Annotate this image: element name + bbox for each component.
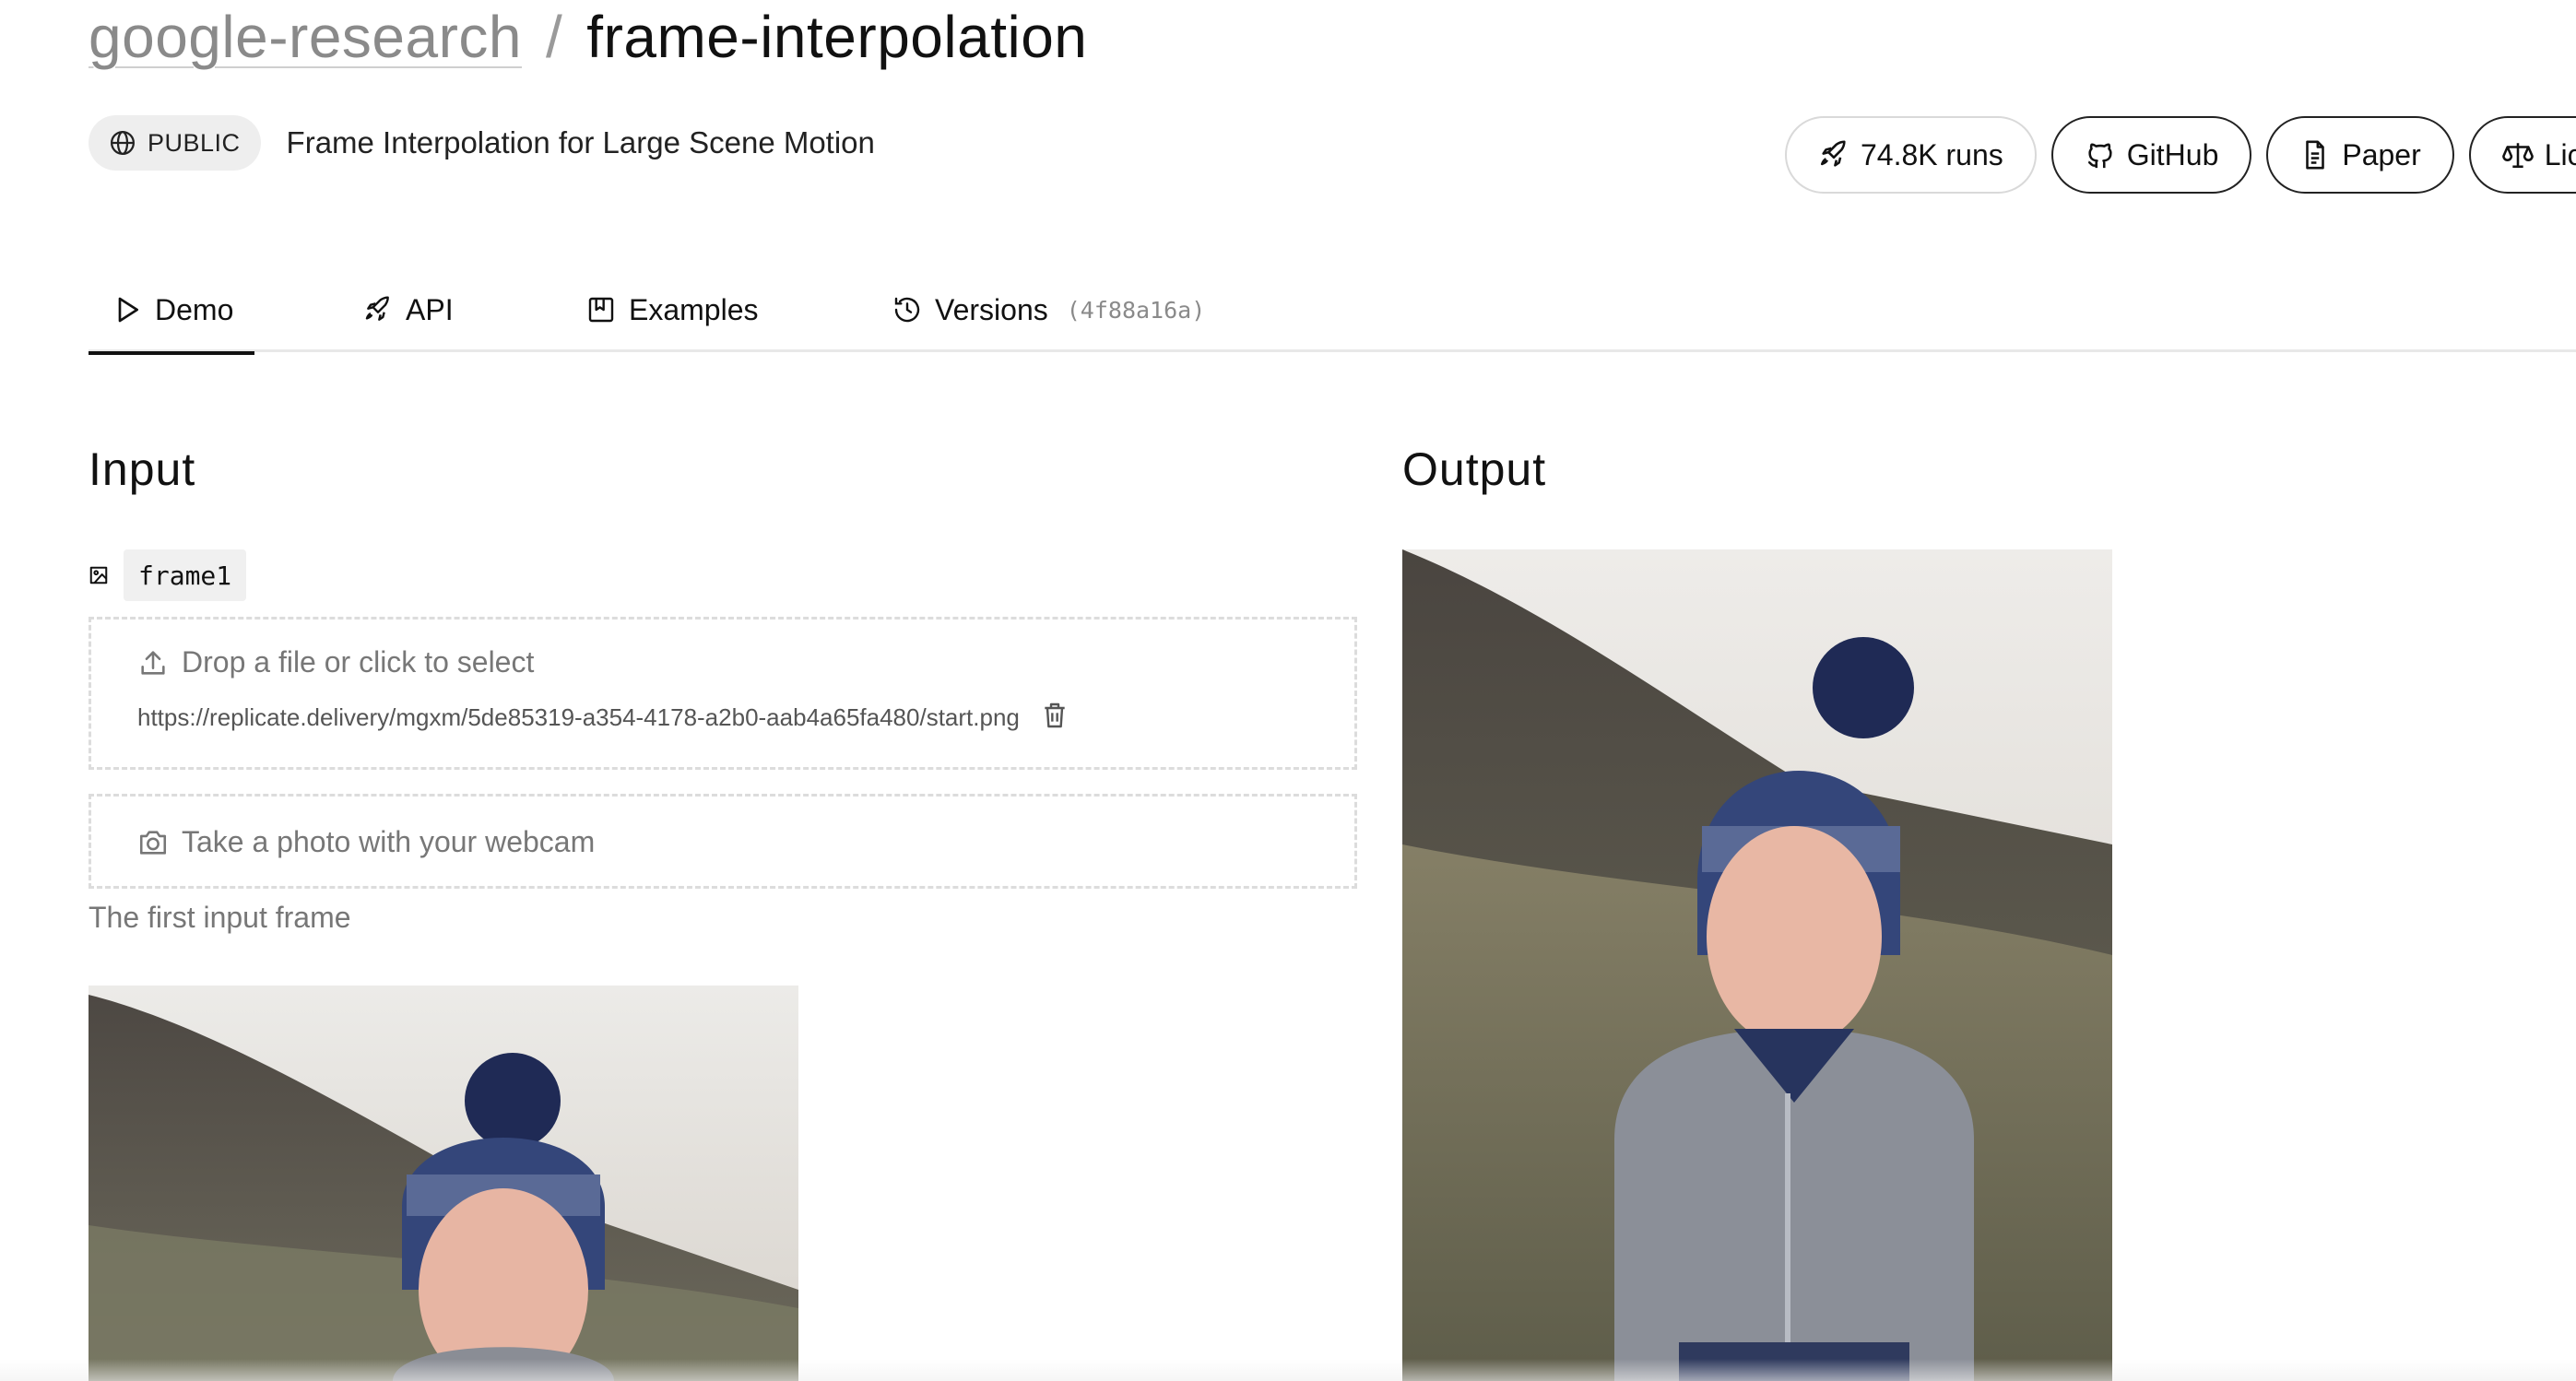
runs-count-badge: 74.8K runs	[1785, 116, 2037, 194]
model-meta-row: PUBLIC Frame Interpolation for Large Sce…	[89, 115, 875, 171]
tab-versions[interactable]: Versions (4f88a16a)	[892, 267, 1205, 352]
upload-icon	[141, 650, 165, 675]
version-hash: (4f88a16a)	[1066, 296, 1206, 324]
visibility-label: PUBLIC	[148, 128, 241, 157]
breadcrumb-owner-link[interactable]: google-research	[89, 3, 522, 71]
tab-api[interactable]: API	[363, 267, 454, 352]
github-icon	[2087, 143, 2112, 169]
tab-demo[interactable]: Demo	[89, 267, 254, 355]
paper-button[interactable]: Paper	[2266, 116, 2454, 194]
github-button-label: GitHub	[2126, 137, 2219, 171]
scale-icon	[2501, 143, 2534, 169]
play-icon	[118, 297, 138, 323]
rocket-icon	[365, 296, 389, 321]
breadcrumb: google-research / frame-interpolation	[89, 0, 1087, 74]
image-icon	[89, 566, 108, 584]
rocket-icon	[1820, 140, 1846, 167]
paper-button-label: Paper	[2342, 137, 2421, 171]
field-name-frame1: frame1	[124, 549, 247, 601]
tab-demo-label: Demo	[155, 292, 234, 326]
visibility-badge: PUBLIC	[89, 115, 261, 171]
input-section-title: Input	[89, 443, 196, 495]
breadcrumb-separator: /	[546, 4, 563, 70]
github-button[interactable]: GitHub	[2050, 116, 2252, 194]
document-icon	[2306, 140, 2325, 170]
camera-icon	[139, 830, 167, 855]
model-actions: 74.8K runs GitHub Paper Lic	[1785, 116, 2576, 194]
model-tabs: Demo API Examples Versions (4f88a16a)	[89, 267, 2576, 355]
selected-file-url[interactable]: https://replicate.delivery/mgxm/5de85319…	[137, 703, 1020, 732]
field-label: frame1	[89, 549, 247, 601]
globe-icon	[111, 131, 135, 155]
runs-count-label: 74.8K runs	[1861, 137, 2003, 171]
webcam-label: Take a photo with your webcam	[182, 825, 596, 858]
breadcrumb-model-name: frame-interpolation	[586, 4, 1088, 70]
dropzone-label: Drop a file or click to select	[182, 645, 535, 679]
model-description: Frame Interpolation for Large Scene Moti…	[286, 125, 875, 159]
remove-file-button[interactable]	[1040, 701, 1069, 735]
field-help-text: The first input frame	[89, 901, 351, 934]
history-icon	[894, 297, 920, 323]
tab-api-label: API	[406, 292, 454, 326]
webcam-capture-zone[interactable]: Take a photo with your webcam	[89, 794, 1357, 889]
file-dropzone[interactable]: Drop a file or click to select https://r…	[89, 617, 1357, 770]
tab-examples-label: Examples	[629, 292, 759, 326]
license-button-label: Lic	[2544, 137, 2576, 171]
tab-versions-label: Versions	[935, 292, 1048, 326]
output-image[interactable]	[1402, 549, 2112, 1381]
bookmark-icon	[588, 297, 614, 323]
input-image-preview	[89, 986, 798, 1381]
license-button[interactable]: Lic	[2468, 116, 2576, 194]
trash-icon	[1045, 702, 1065, 728]
tab-examples[interactable]: Examples	[586, 267, 759, 352]
output-section-title: Output	[1402, 443, 1547, 495]
